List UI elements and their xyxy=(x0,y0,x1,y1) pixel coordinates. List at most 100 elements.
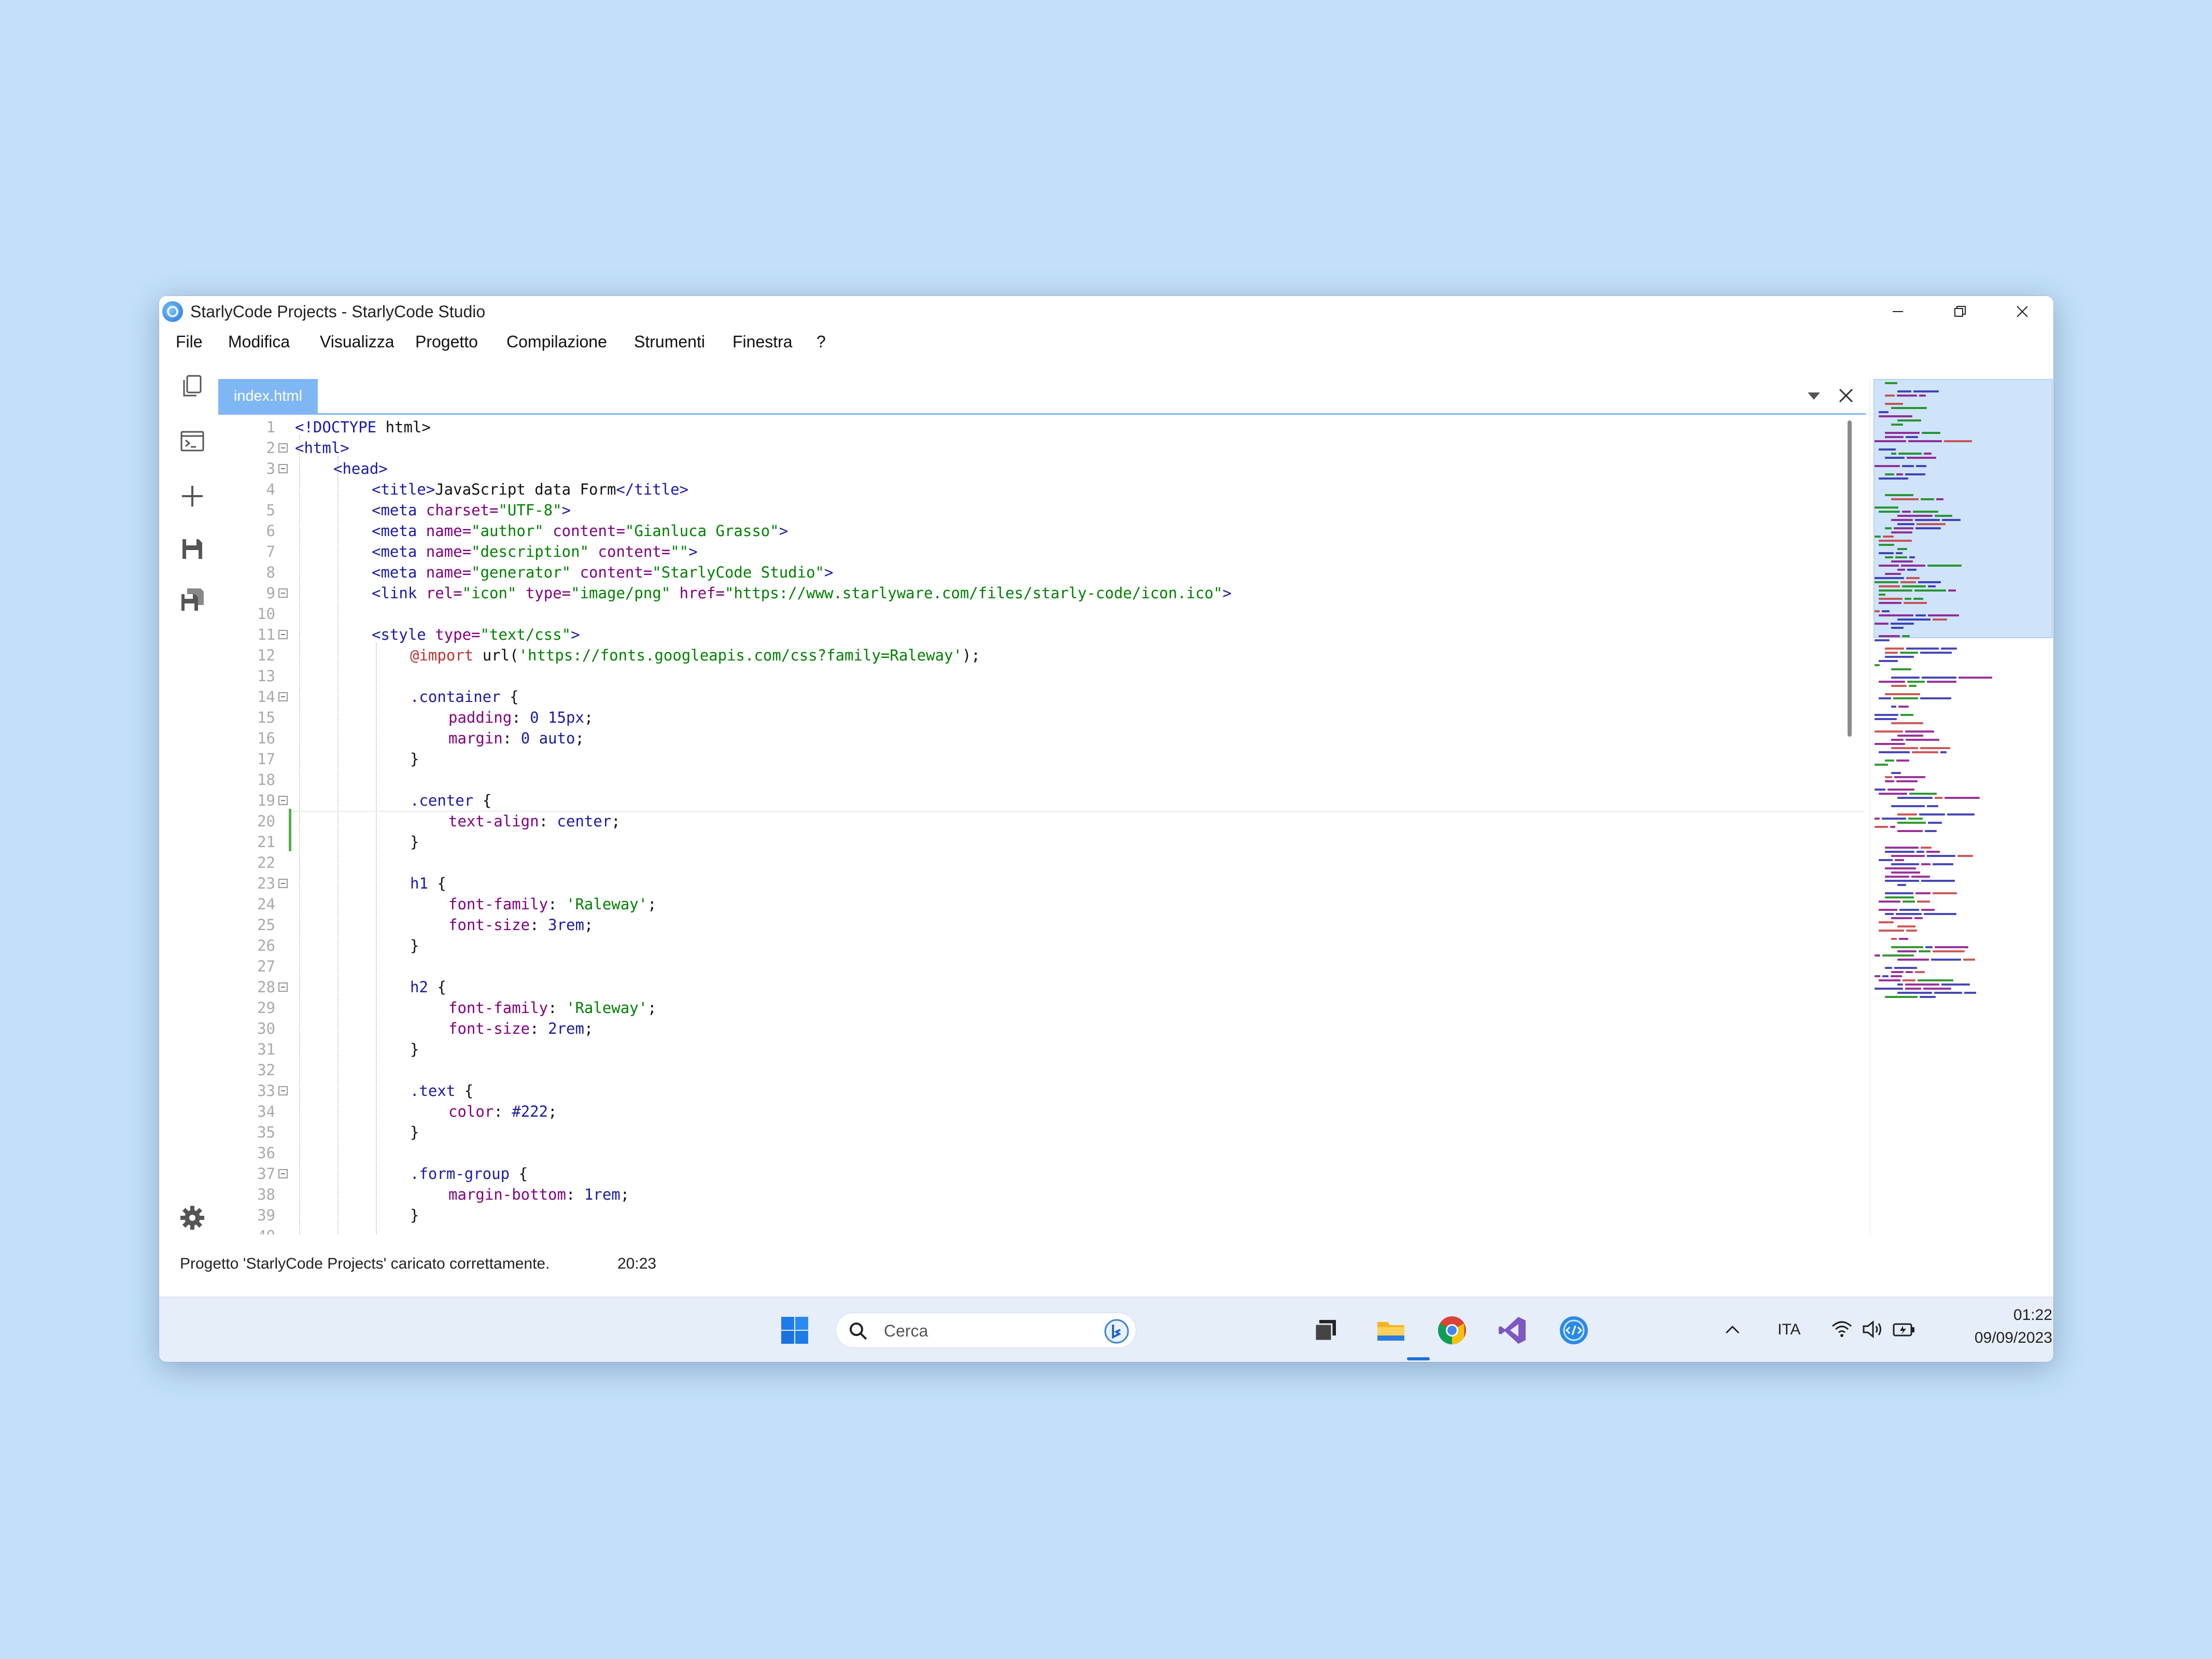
task-view-button[interactable] xyxy=(1309,1313,1344,1348)
fold-toggle-icon[interactable] xyxy=(278,879,288,888)
line-number: 3 xyxy=(266,460,275,477)
volume-icon[interactable] xyxy=(1862,1319,1884,1340)
menu-compilazione[interactable]: Compilazione xyxy=(506,332,607,352)
code-line[interactable]: 19 .center { xyxy=(218,790,1866,811)
code-line[interactable]: 1 <!DOCTYPE html> xyxy=(218,417,1866,438)
code-line[interactable]: 35} xyxy=(218,1122,1866,1143)
menu-finestra[interactable]: Finestra xyxy=(732,332,793,352)
code-line[interactable]: 7 <meta name="description" content=""> xyxy=(218,541,1866,562)
code-line[interactable]: 17} xyxy=(218,749,1866,769)
code-line[interactable]: 40 xyxy=(218,1226,1866,1234)
code-line[interactable]: 28 h2 { xyxy=(218,977,1866,997)
minimap-code-stroke xyxy=(1906,971,1913,973)
minimize-button[interactable] xyxy=(1867,296,1929,327)
fold-toggle-icon[interactable] xyxy=(278,796,288,805)
title-bar[interactable]: StarlyCode Projects - StarlyCode Studio xyxy=(159,296,2053,327)
code-line[interactable]: 34 color: #222; xyxy=(218,1101,1866,1122)
code-line[interactable]: 6 <meta name="author" content="Gianluca G… xyxy=(218,521,1866,541)
code-line[interactable]: 32 xyxy=(218,1060,1866,1080)
code-editor[interactable]: 1 <!DOCTYPE html> 2 <html> 3 <head> 4 <title>Ja… xyxy=(218,415,1866,1234)
clock-time[interactable]: 01:22 xyxy=(1985,1306,2052,1324)
code-line[interactable]: 29 font-family: 'Raleway'; xyxy=(218,997,1866,1018)
code-line[interactable]: 22 xyxy=(218,852,1866,873)
menu-visualizza[interactable]: Visualizza xyxy=(320,332,394,352)
files-button[interactable] xyxy=(179,373,206,400)
code-minimap[interactable] xyxy=(1870,379,2053,1234)
menu-help[interactable]: ? xyxy=(816,332,826,352)
taskbar-search[interactable]: Cerca xyxy=(836,1313,1136,1348)
tab-index-html[interactable]: index.html xyxy=(218,379,318,413)
bing-chat-icon[interactable] xyxy=(1104,1318,1130,1344)
fold-toggle-icon[interactable] xyxy=(278,982,288,992)
code-line[interactable]: 8 <meta name="generator" content="StarlyC… xyxy=(218,562,1866,583)
add-button[interactable] xyxy=(179,483,206,510)
code-line[interactable]: 3 <head> xyxy=(218,458,1866,479)
close-button[interactable] xyxy=(1991,296,2053,327)
battery-icon[interactable] xyxy=(1893,1320,1915,1339)
code-line[interactable]: 5 <meta charset="UTF-8"> xyxy=(218,500,1866,521)
fold-toggle-icon[interactable] xyxy=(278,692,288,701)
tab-list-dropdown-icon[interactable] xyxy=(1804,385,1824,406)
fold-toggle-icon[interactable] xyxy=(278,630,288,639)
code-line[interactable]: 39} xyxy=(218,1205,1866,1226)
fold-toggle-icon[interactable] xyxy=(278,1086,288,1095)
menu-file[interactable]: File xyxy=(176,332,203,352)
code-line[interactable]: 14 .container { xyxy=(218,686,1866,707)
code-line[interactable]: 37 .form-group { xyxy=(218,1163,1866,1184)
wifi-icon[interactable] xyxy=(1830,1319,1853,1340)
code-line[interactable]: 20 text-align: center; xyxy=(218,811,1866,832)
code-line[interactable]: 27 xyxy=(218,956,1866,977)
minimap-code-stroke xyxy=(1879,598,1903,600)
code-line[interactable]: 18 xyxy=(218,769,1866,790)
restore-button[interactable] xyxy=(1929,296,1991,327)
clock-date[interactable]: 09/09/2023 xyxy=(1942,1329,2052,1347)
minimap-code-stroke xyxy=(1885,913,1894,915)
code-line[interactable]: 15 padding: 0 15px; xyxy=(218,707,1866,728)
editor-vertical-scrollbar[interactable] xyxy=(1848,420,1852,737)
code-line[interactable]: 4 <title>JavaScript data Form</title> xyxy=(218,479,1866,500)
code-line[interactable]: 24 font-family: 'Raleway'; xyxy=(218,894,1866,915)
code-line[interactable]: 13 xyxy=(218,666,1866,686)
active-app-indicator xyxy=(1407,1357,1430,1360)
code-line[interactable]: 10 xyxy=(218,603,1866,624)
code-line[interactable]: 30 font-size: 2rem; xyxy=(218,1018,1866,1039)
code-text: padding: 0 15px; xyxy=(448,709,594,726)
minimap-code-stroke xyxy=(1944,440,1972,442)
menu-progetto[interactable]: Progetto xyxy=(415,332,478,352)
code-line[interactable]: 16 margin: 0 auto; xyxy=(218,728,1866,749)
visual-studio-button[interactable] xyxy=(1495,1313,1530,1348)
terminal-button[interactable] xyxy=(179,428,206,455)
settings-button[interactable] xyxy=(179,1204,206,1231)
fold-toggle-icon[interactable] xyxy=(278,1169,288,1178)
chrome-button[interactable] xyxy=(1434,1313,1470,1348)
code-line[interactable]: 36 xyxy=(218,1143,1866,1163)
minimap-code-stroke xyxy=(1891,946,1923,948)
fold-toggle-icon[interactable] xyxy=(278,588,288,598)
code-line[interactable]: 23 h1 { xyxy=(218,873,1866,894)
start-button[interactable] xyxy=(777,1313,812,1348)
file-explorer-button[interactable] xyxy=(1373,1313,1408,1348)
code-line[interactable]: 11 <style type="text/css"> xyxy=(218,624,1866,645)
code-line[interactable]: 9 <link rel="icon" type="image/png" href=… xyxy=(218,583,1866,603)
minimap-code-stroke xyxy=(1885,876,1909,878)
save-all-button[interactable] xyxy=(179,586,206,613)
code-line[interactable]: 31} xyxy=(218,1039,1866,1060)
fold-toggle-icon[interactable] xyxy=(278,464,288,473)
menu-strumenti[interactable]: Strumenti xyxy=(634,332,705,352)
code-line[interactable]: 25 font-size: 3rem; xyxy=(218,915,1866,935)
code-line[interactable]: 12 @import url('https://fonts.googleapis.… xyxy=(218,645,1866,666)
code-line[interactable]: 26} xyxy=(218,935,1866,956)
code-line[interactable]: 2 <html> xyxy=(218,438,1866,458)
close-tab-icon[interactable] xyxy=(1835,384,1857,407)
starlycode-taskbar-button[interactable] xyxy=(1556,1313,1591,1348)
code-line[interactable]: 33 .text { xyxy=(218,1080,1866,1101)
code-line[interactable]: 21} xyxy=(218,832,1866,852)
save-button[interactable] xyxy=(179,536,206,563)
minimap-code-stroke xyxy=(1879,415,1912,417)
chevron-up-icon[interactable] xyxy=(1724,1324,1741,1335)
menu-modifica[interactable]: Modifica xyxy=(228,332,290,352)
minimap-code-stroke xyxy=(1927,805,1938,807)
input-language[interactable]: ITA xyxy=(1778,1321,1800,1339)
fold-toggle-icon[interactable] xyxy=(278,443,288,453)
code-line[interactable]: 38 margin-bottom: 1rem; xyxy=(218,1184,1866,1205)
